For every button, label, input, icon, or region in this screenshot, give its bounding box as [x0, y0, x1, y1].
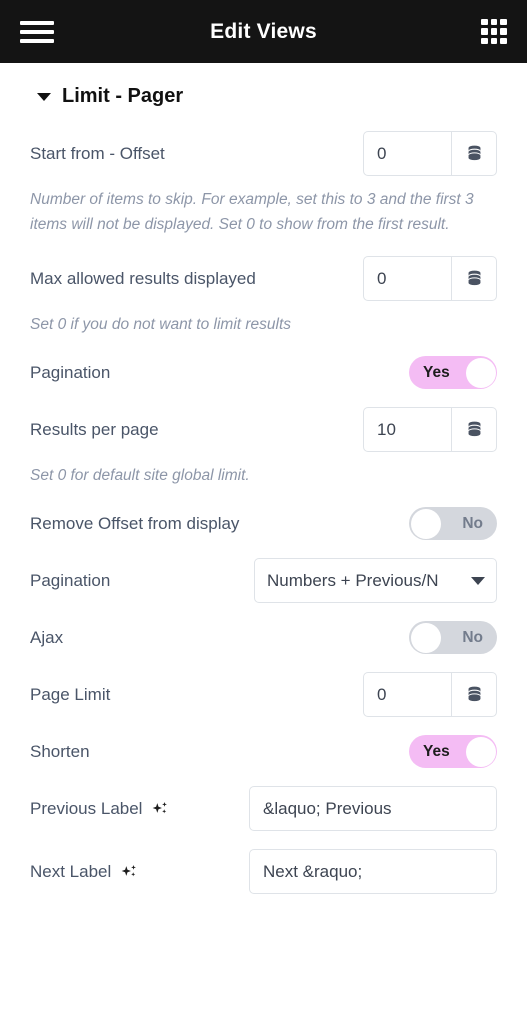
settings-panel: Limit - Pager Start from - Offset 0 Numb… [0, 63, 527, 903]
row-shorten: Shorten Yes [30, 726, 497, 777]
help-start-from-offset: Number of items to skip. For example, se… [30, 191, 474, 234]
top-app-bar: Edit Views [0, 0, 527, 63]
page-title: Edit Views [210, 19, 317, 43]
page-limit-input-group[interactable]: 0 [363, 672, 497, 718]
toggle-knob [465, 357, 496, 388]
hamburger-menu-icon[interactable] [20, 19, 54, 45]
row-ajax: Ajax No [30, 612, 497, 663]
label-previous-label: Previous Label [30, 799, 169, 819]
section-title: Limit - Pager [62, 85, 184, 107]
row-page-limit: Page Limit 0 [30, 663, 497, 726]
label-ajax: Ajax [30, 627, 64, 647]
offset-input-group[interactable]: 0 [363, 131, 497, 176]
row-pagination-type: Pagination Numbers + Previous/N [30, 549, 497, 612]
toggle-knob [410, 508, 441, 539]
toggle-knob [410, 622, 441, 653]
database-icon-button[interactable] [451, 673, 496, 717]
label-start-from-offset: Start from - Offset [30, 143, 165, 163]
row-max-results: Max allowed results displayed 0 [30, 247, 497, 310]
label-next-label: Next Label [30, 862, 138, 882]
app-screen: Edit Views Limit - Pager Start from - Of… [0, 0, 527, 1024]
label-pagination-toggle: Pagination [30, 362, 111, 382]
toggle-knob [465, 736, 496, 767]
hamburger-bar [20, 38, 54, 43]
apps-grid-icon[interactable] [481, 18, 507, 45]
help-max-results: Set 0 if you do not want to limit result… [30, 316, 292, 334]
max-results-input[interactable]: 0 [364, 257, 451, 300]
hamburger-bar [20, 20, 54, 25]
offset-input[interactable]: 0 [364, 132, 451, 175]
label-pagination-type: Pagination [30, 570, 111, 590]
label-remove-offset: Remove Offset from display [30, 513, 240, 533]
row-pagination-toggle: Pagination Yes [30, 347, 497, 398]
database-icon [468, 687, 480, 702]
chevron-down-icon [37, 92, 51, 101]
shorten-toggle[interactable]: Yes [409, 735, 497, 769]
grid-cell [490, 28, 498, 35]
next-label-input[interactable]: Next &raquo; [249, 849, 497, 895]
chevron-down-icon [471, 576, 485, 585]
ai-sparkle-icon[interactable] [151, 800, 169, 818]
remove-offset-toggle-state: No [462, 514, 483, 532]
grid-cell [481, 28, 488, 35]
results-per-page-input-group[interactable]: 10 [363, 407, 497, 453]
max-results-input-group[interactable]: 0 [363, 256, 497, 302]
next-label-text: Next Label [30, 861, 112, 881]
help-results-per-page: Set 0 for default site global limit. [30, 467, 250, 485]
ai-sparkle-icon[interactable] [120, 863, 138, 881]
grid-cell [481, 37, 488, 45]
previous-label-input[interactable]: &laquo; Previous [249, 786, 497, 832]
grid-cell [500, 28, 507, 35]
grid-cell [490, 18, 498, 26]
row-results-per-page: Results per page 10 [30, 398, 497, 461]
database-icon-button[interactable] [451, 257, 496, 301]
database-icon-button[interactable] [451, 132, 496, 175]
row-previous-label: Previous Label &laquo; Previous [30, 777, 497, 840]
previous-label-text: Previous Label [30, 798, 143, 818]
row-remove-offset: Remove Offset from display No [30, 498, 497, 549]
grid-cell [490, 37, 498, 45]
pagination-toggle-state: Yes [423, 363, 450, 381]
results-per-page-input[interactable]: 10 [364, 408, 451, 451]
row-start-from-offset: Start from - Offset 0 [30, 122, 497, 185]
label-page-limit: Page Limit [30, 684, 111, 704]
label-max-results: Max allowed results displayed [30, 268, 256, 288]
remove-offset-toggle[interactable]: No [409, 507, 497, 541]
row-next-label: Next Label Next &raquo; [30, 840, 497, 903]
pagination-type-select[interactable]: Numbers + Previous/N [254, 558, 497, 604]
ajax-toggle-state: No [462, 628, 483, 646]
shorten-toggle-state: Yes [423, 742, 450, 760]
grid-cell [500, 18, 507, 26]
ajax-toggle[interactable]: No [409, 621, 497, 655]
database-icon [468, 270, 480, 286]
label-results-per-page: Results per page [30, 419, 159, 439]
page-limit-input[interactable]: 0 [364, 673, 451, 716]
database-icon [468, 421, 480, 437]
grid-cell [500, 37, 507, 45]
grid-cell [481, 18, 488, 26]
label-shorten: Shorten [30, 741, 90, 761]
pagination-type-value: Numbers + Previous/N [267, 570, 439, 590]
database-icon-button[interactable] [451, 408, 496, 452]
section-header-limit-pager[interactable]: Limit - Pager [30, 63, 497, 122]
pagination-toggle[interactable]: Yes [409, 356, 497, 390]
hamburger-bar [20, 29, 54, 34]
database-icon [468, 145, 480, 161]
